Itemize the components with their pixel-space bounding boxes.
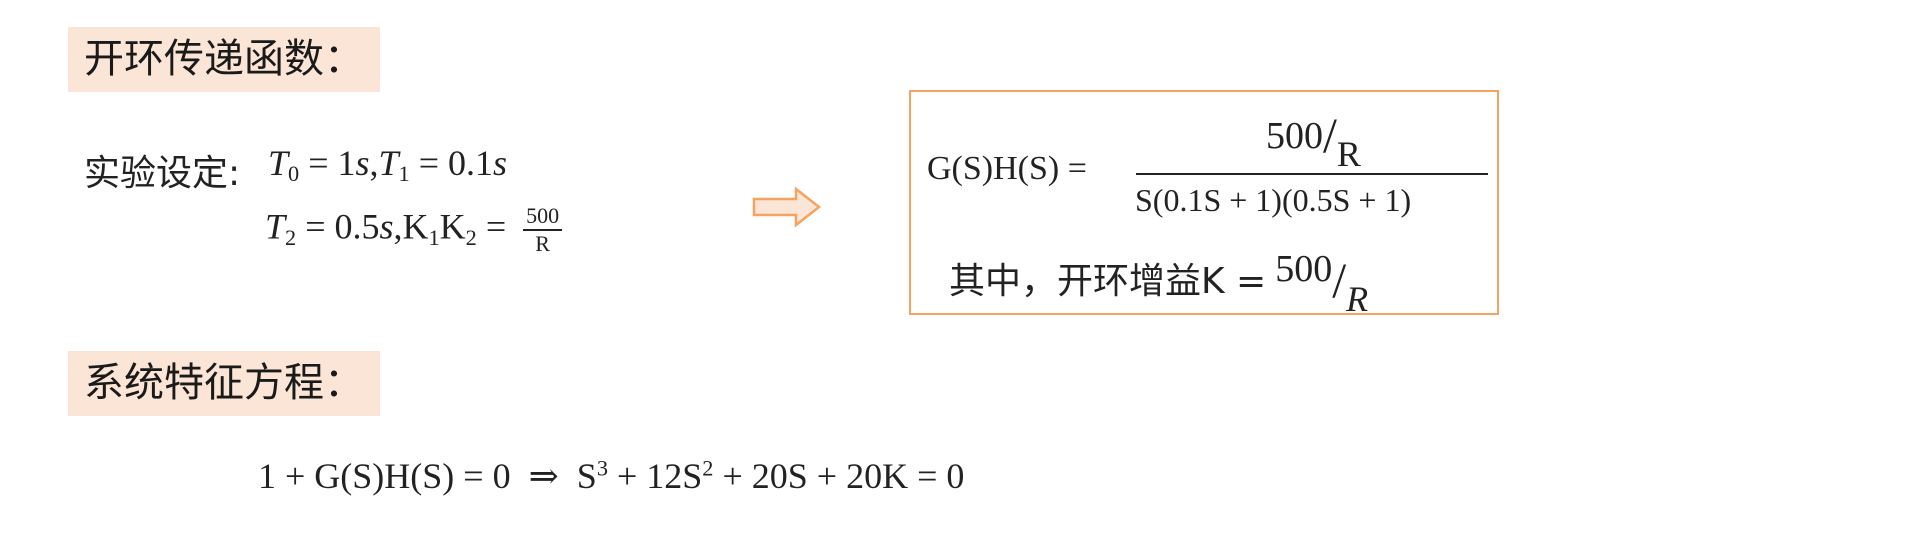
gain-label: 其中，开环增益K = [949,261,1267,302]
k2-symbol: K [439,206,466,247]
gain-slash: / [1332,252,1347,308]
formula-lhs: G(S)H(S) = [927,150,1087,187]
formula-denominator: S(0.1S + 1)(0.5S + 1) [1135,182,1412,218]
settings-fraction-denominator: R [535,231,550,257]
t1-symbol: T [378,143,399,183]
t2-equals: = 0.5 [296,206,380,247]
settings-line-2: T2 = 0.5s,K1K2 = 500 R [265,203,563,258]
t2-subscript: 2 [285,224,297,250]
gain-denominator: R [1346,279,1369,319]
formula-numerator-slash: / [1323,107,1337,163]
comma-2: , [393,206,403,247]
k1-symbol: K [402,206,429,247]
formula-numerator: 500/R [1266,110,1361,172]
t0-unit: s [355,143,370,183]
equation-rest: + 20S + 20K = 0 [713,456,965,496]
implies-symbol: ⇒ [528,456,559,496]
formula-numerator-r: R [1336,134,1361,174]
t2-unit: s [379,206,394,247]
settings-fraction-numerator: 500 [523,203,563,232]
k-equals: = [476,206,516,247]
fraction-bar [1136,173,1488,175]
settings-line-1: T0 = 1s,T1 = 0.1s [268,142,508,187]
gain-numerator: 500 [1275,248,1333,290]
t0-equals: = 1 [299,143,356,183]
k1-subscript: 1 [428,224,440,250]
k2-subscript: 2 [465,224,477,250]
t2-symbol: T [265,206,286,247]
settings-label: 实验设定: [84,153,241,194]
formula-numerator-value: 500 [1266,115,1323,157]
t1-subscript: 1 [398,161,410,187]
characteristic-equation-heading: 系统特征方程： [68,351,380,416]
s2-term: + 12S [607,456,703,496]
settings-fraction: 500 R [523,203,563,258]
s2-exponent: 2 [702,455,714,481]
t1-equals: = 0.1 [409,143,494,183]
t1-unit: s [493,143,508,183]
s3-term: S [576,456,597,496]
transfer-function-box: G(S)H(S) = 500/R S(0.1S + 1)(0.5S + 1) 其… [909,90,1499,319]
t0-symbol: T [268,143,289,183]
equation-left: 1 + G(S)H(S) = 0 [258,456,511,496]
t0-subscript: 0 [288,161,300,187]
open-loop-heading: 开环传递函数： [68,27,380,92]
right-arrow-icon [752,186,822,228]
s3-exponent: 3 [596,455,608,481]
open-loop-gain-line: 其中，开环增益K = 500/R [949,247,1368,320]
characteristic-equation: 1 + G(S)H(S) = 0 ⇒ S3 + 12S2 + 20S + 20K… [258,455,964,497]
comma-1: , [369,143,379,183]
